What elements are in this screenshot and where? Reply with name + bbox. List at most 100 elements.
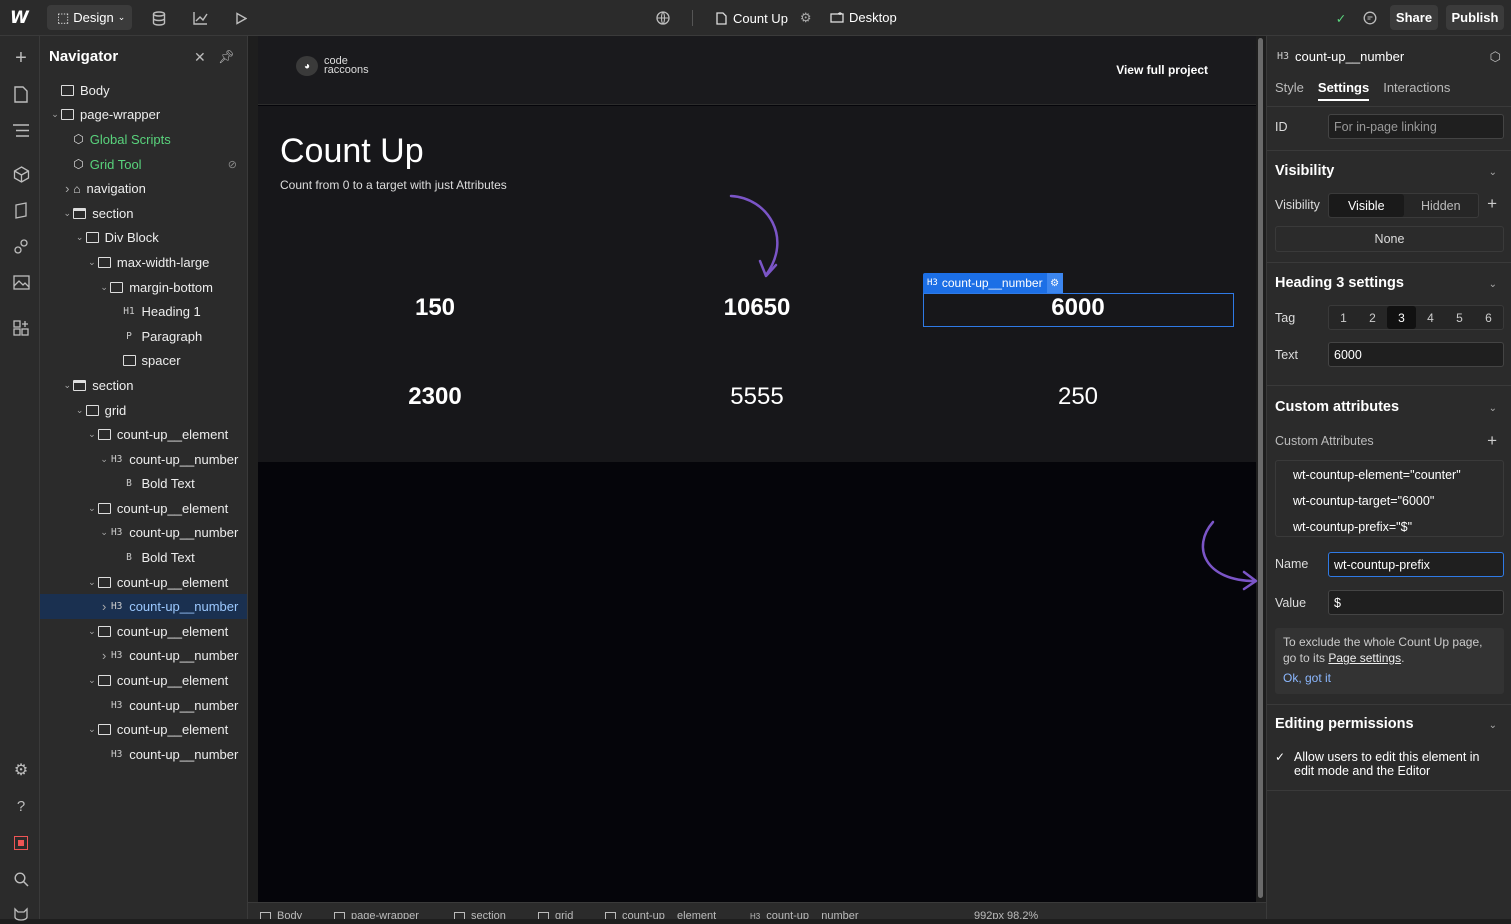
expand-caret-icon[interactable]: ⌄: [86, 503, 98, 514]
code-raccoons-logo[interactable]: ◕ code raccoons: [296, 56, 369, 76]
expand-caret-icon[interactable]: ⌄: [86, 257, 98, 268]
expand-caret-icon[interactable]: ⌄: [49, 109, 61, 120]
add-attribute-plus-icon[interactable]: +: [1487, 431, 1497, 451]
attribute-item[interactable]: wt-countup-element="counter": [1293, 465, 1503, 491]
navigator-item[interactable]: ⌄ count-up__element: [40, 717, 247, 742]
hidden-eye-icon[interactable]: ⊘: [228, 158, 237, 171]
site-navigation[interactable]: ◕ code raccoons View full project: [258, 36, 1256, 105]
chevron-down-icon[interactable]: ⌄: [1489, 279, 1497, 290]
page-canvas[interactable]: ◕ code raccoons View full project Count U…: [258, 36, 1256, 902]
count-up-number[interactable]: 5555: [602, 383, 912, 411]
element-settings-gear-icon[interactable]: ⚙: [1046, 273, 1063, 293]
cms-database-icon[interactable]: [150, 9, 168, 27]
tag-option-h4[interactable]: 4: [1416, 306, 1445, 329]
canvas-paragraph[interactable]: Count from 0 to a target with just Attri…: [280, 178, 507, 192]
navigator-item[interactable]: ⬡ Global Scripts: [40, 127, 247, 152]
share-button[interactable]: Share: [1390, 5, 1438, 30]
publish-button[interactable]: Publish: [1446, 5, 1504, 30]
breadcrumb-item[interactable]: Body: [260, 910, 302, 919]
expand-caret-icon[interactable]: ⌄: [86, 724, 98, 735]
navigator-item[interactable]: ⌄ grid: [40, 398, 247, 423]
breadcrumb-item[interactable]: count-up__element: [605, 910, 716, 919]
page-settings-link[interactable]: Page settings: [1328, 651, 1401, 665]
raccoon-extension-icon[interactable]: [11, 904, 31, 924]
tab-settings[interactable]: Settings: [1317, 80, 1370, 101]
design-mode-dropdown[interactable]: ⬚ Design ⌄: [47, 5, 132, 30]
attribute-name-input[interactable]: wt-countup-prefix: [1328, 552, 1504, 577]
navigator-item[interactable]: ⌄ Div Block: [40, 226, 247, 251]
expand-caret-icon[interactable]: ⌄: [86, 626, 98, 637]
preview-play-icon[interactable]: [232, 9, 250, 27]
navigator-item[interactable]: ⌄ count-up__element: [40, 619, 247, 644]
cms-collections-icon[interactable]: [11, 200, 31, 220]
navigator-item[interactable]: H3 count-up__number: [40, 742, 247, 767]
tab-interactions[interactable]: Interactions: [1383, 80, 1450, 101]
settings-gear-icon[interactable]: ⚙: [11, 760, 31, 780]
tag-option-h2[interactable]: 2: [1358, 306, 1387, 329]
canvas-scrollbar[interactable]: [1256, 36, 1266, 902]
expand-caret-icon[interactable]: ⌄: [86, 429, 98, 440]
visibility-conditions-none[interactable]: None: [1275, 226, 1504, 252]
add-condition-plus-icon[interactable]: +: [1487, 194, 1497, 214]
expand-caret-icon[interactable]: ⌄: [86, 675, 98, 686]
tag-option-h6[interactable]: 6: [1474, 306, 1503, 329]
component-box-icon[interactable]: ⬡: [1490, 49, 1501, 65]
navigator-item[interactable]: › ⌂ navigation: [40, 176, 247, 201]
scrollbar-thumb[interactable]: [1258, 38, 1263, 898]
apps-grid-icon[interactable]: [11, 318, 31, 338]
navigator-layers-icon[interactable]: [11, 120, 31, 140]
tag-option-h1[interactable]: 1: [1329, 306, 1358, 329]
pages-icon[interactable]: [11, 84, 31, 104]
navigator-item[interactable]: ⌄ count-up__element: [40, 422, 247, 447]
tab-style[interactable]: Style: [1275, 80, 1304, 101]
navigator-item[interactable]: › H3 count-up__number: [40, 594, 247, 620]
chevron-down-icon[interactable]: ⌄: [1489, 720, 1497, 731]
expand-caret-icon[interactable]: ⌄: [61, 380, 73, 391]
navigator-item[interactable]: ⌄ max-width-large: [40, 250, 247, 275]
comments-icon[interactable]: [1361, 9, 1379, 27]
page-selector[interactable]: Count Up ⚙: [716, 10, 812, 26]
navigator-item[interactable]: P Paragraph: [40, 324, 247, 349]
tag-option-h3[interactable]: 3: [1387, 306, 1416, 329]
heading-settings-title[interactable]: Heading 3 settings: [1275, 275, 1404, 291]
navigator-item[interactable]: ⌄ page-wrapper: [40, 103, 247, 128]
navigator-item[interactable]: H3 count-up__number: [40, 693, 247, 718]
checkmark-icon[interactable]: ✓: [1275, 750, 1288, 764]
add-elements-plus-icon[interactable]: +: [11, 47, 31, 69]
page-settings-gear-icon[interactable]: ⚙: [800, 10, 812, 26]
editing-permission-checkbox[interactable]: ✓ Allow users to edit this element in ed…: [1275, 750, 1494, 778]
ok-got-it-link[interactable]: Ok, got it: [1283, 670, 1496, 686]
navigator-item[interactable]: H1 Heading 1: [40, 299, 247, 324]
collapse-icon[interactable]: ✕: [194, 49, 206, 66]
chevron-down-icon[interactable]: ⌄: [1489, 167, 1497, 178]
navigator-item[interactable]: spacer: [40, 349, 247, 374]
expand-caret-icon[interactable]: ⌄: [74, 405, 86, 416]
attribute-item[interactable]: wt-countup-prefix="$": [1293, 517, 1503, 543]
visibility-section-title[interactable]: Visibility: [1275, 163, 1334, 179]
webflow-logo[interactable]: W: [10, 8, 29, 28]
expand-caret-icon[interactable]: ⌄: [74, 232, 86, 243]
id-input[interactable]: For in-page linking: [1328, 114, 1504, 139]
navigator-item[interactable]: Body: [40, 78, 247, 103]
navigator-item[interactable]: ⌄ H3 count-up__number: [40, 521, 247, 546]
selected-element-label[interactable]: H3 count-up__number ⚙: [923, 273, 1063, 293]
navigator-item[interactable]: ⌄ count-up__element: [40, 570, 247, 595]
navigator-item[interactable]: ⌄ count-up__element: [40, 668, 247, 693]
custom-attributes-title[interactable]: Custom attributes: [1275, 399, 1399, 415]
help-icon[interactable]: ?: [11, 796, 31, 816]
breadcrumb-item[interactable]: H3 count-up__number: [750, 910, 859, 919]
attribute-item[interactable]: wt-countup-target="6000": [1293, 491, 1503, 517]
breakpoint-selector[interactable]: Desktop: [830, 10, 897, 25]
search-icon[interactable]: [11, 869, 31, 889]
breadcrumb-item[interactable]: grid: [538, 910, 573, 919]
expand-caret-icon[interactable]: ›: [98, 648, 110, 663]
attribute-value-input[interactable]: $: [1328, 590, 1504, 615]
visible-option[interactable]: Visible: [1329, 194, 1404, 217]
expand-caret-icon[interactable]: ›: [61, 181, 73, 196]
count-up-number[interactable]: 10650: [602, 294, 912, 322]
count-up-number[interactable]: 2300: [280, 383, 590, 411]
chevron-down-icon[interactable]: ⌄: [1489, 403, 1497, 414]
navigator-item[interactable]: B Bold Text: [40, 545, 247, 570]
expand-caret-icon[interactable]: ⌄: [98, 282, 110, 293]
expand-caret-icon[interactable]: ⌄: [98, 454, 110, 465]
